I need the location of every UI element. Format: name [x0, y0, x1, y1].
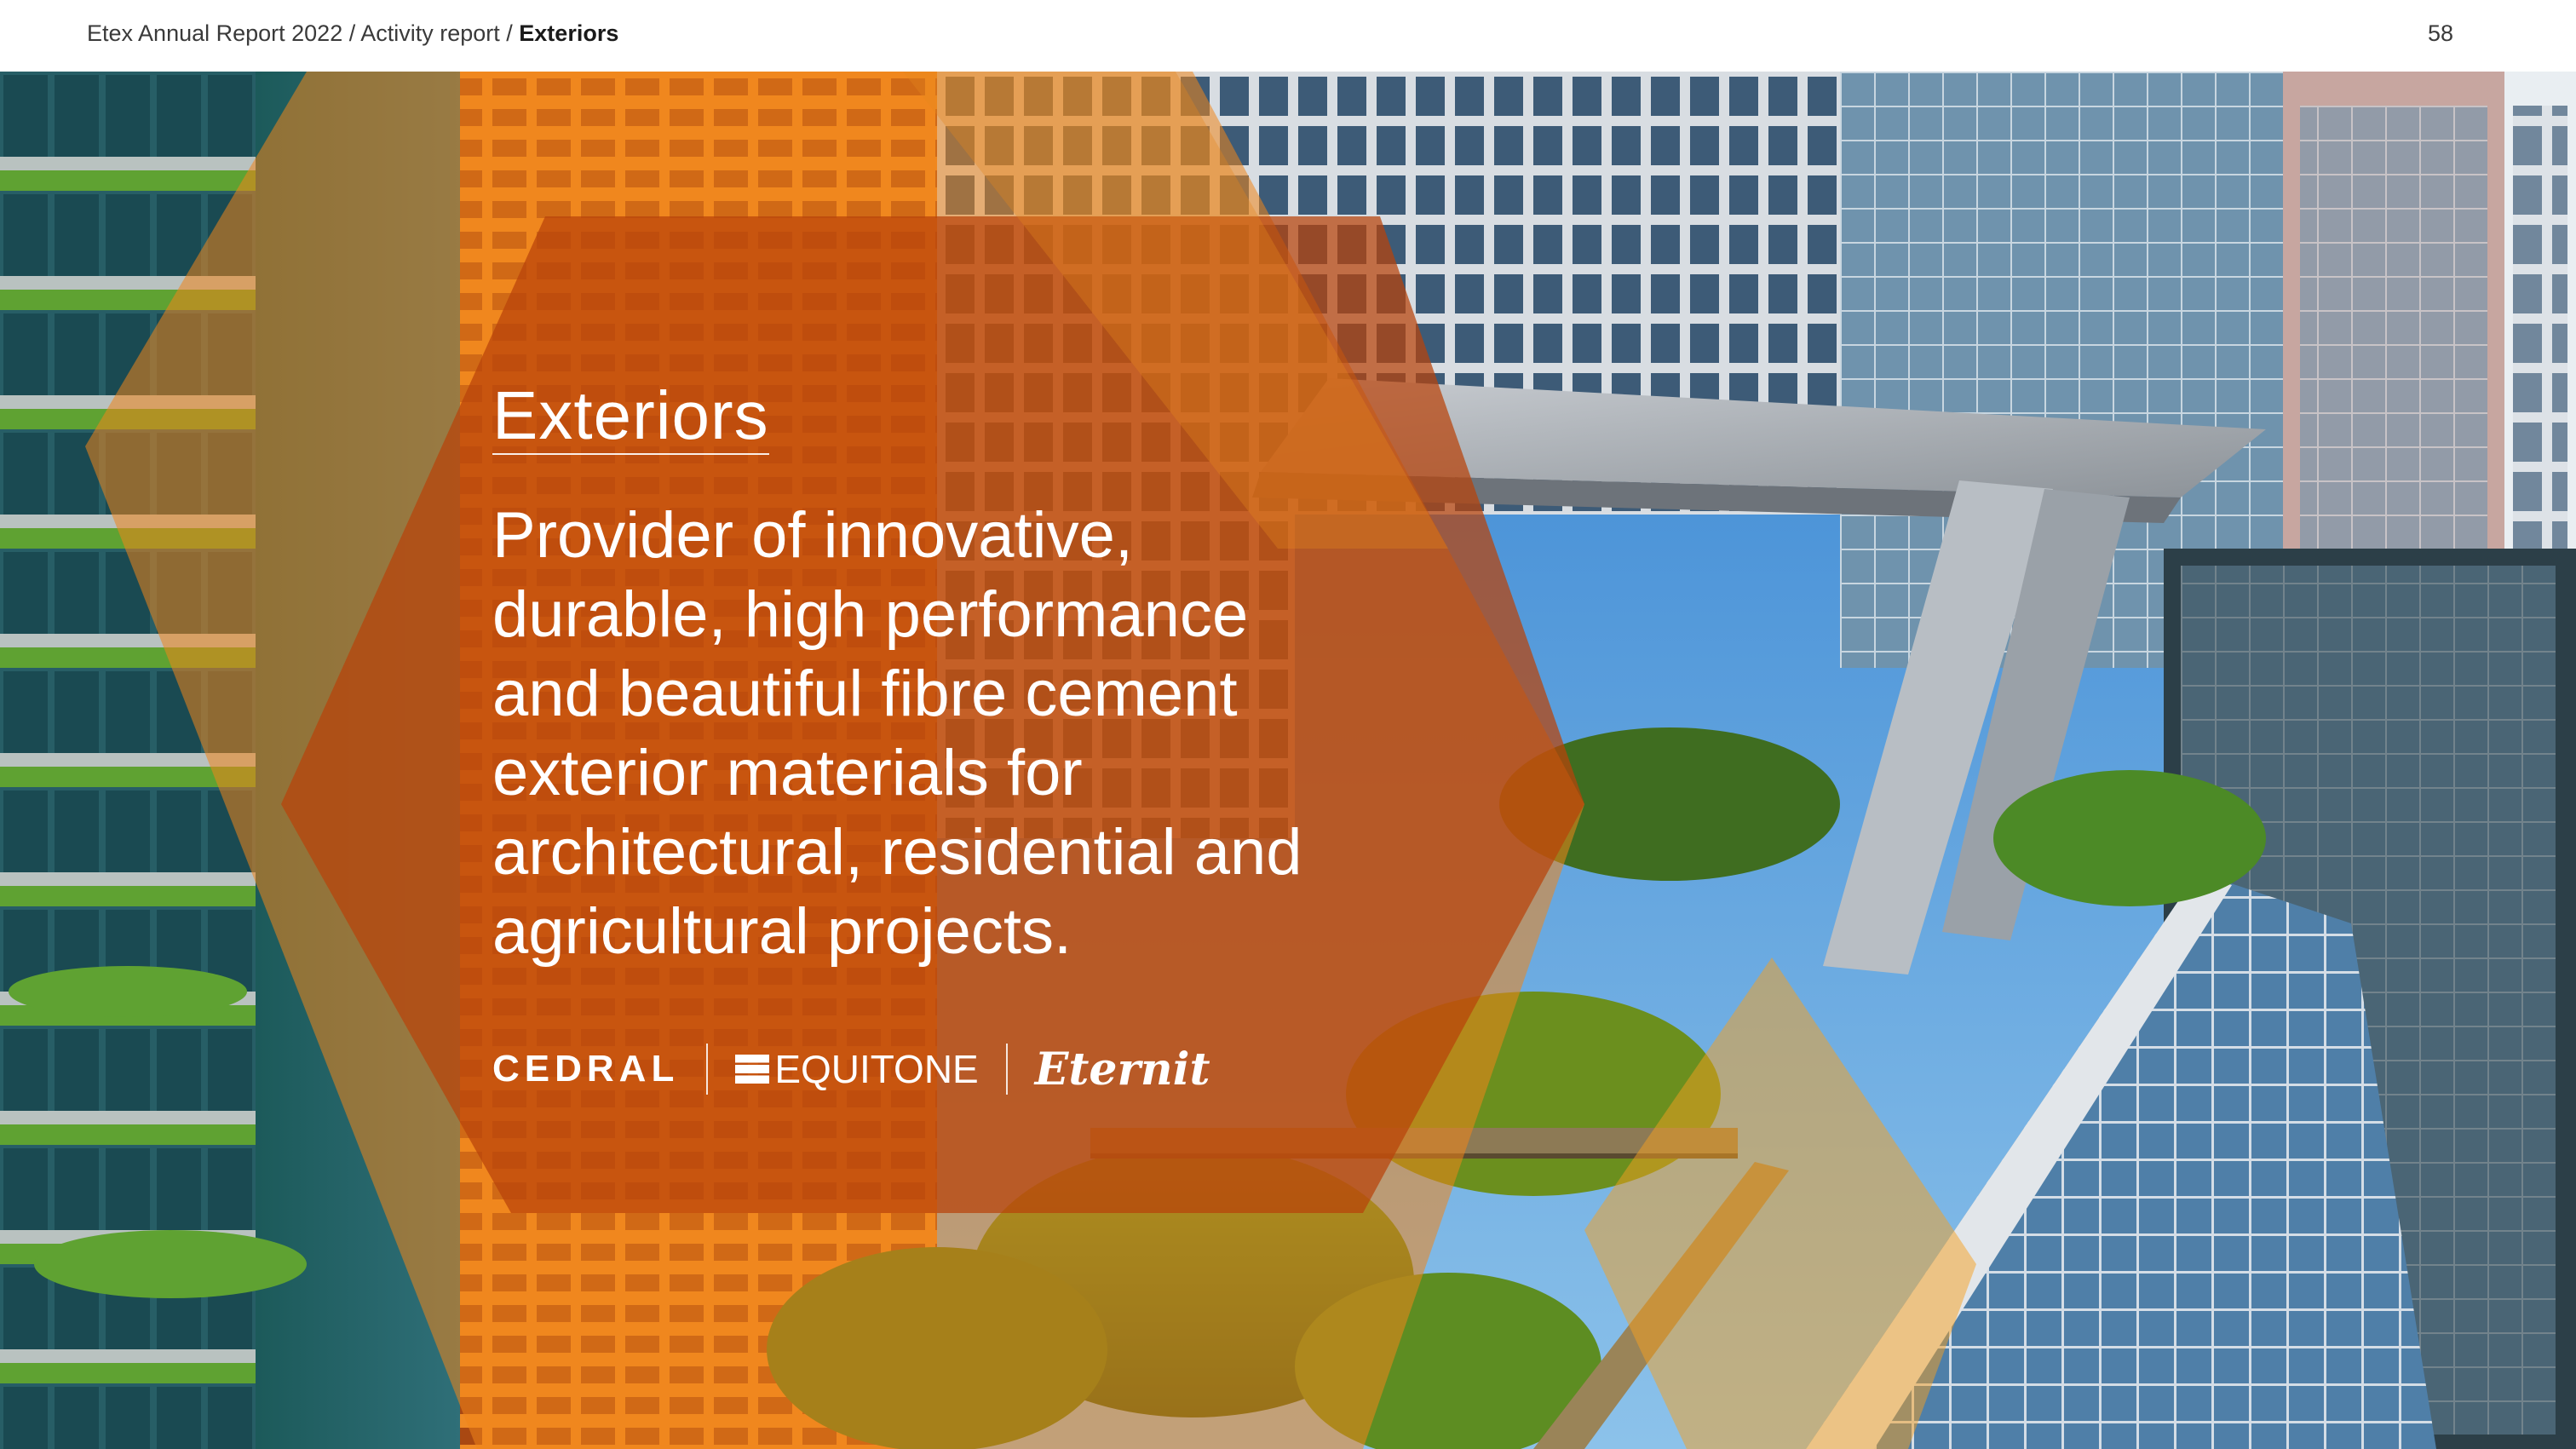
section-title: Exteriors [492, 377, 769, 455]
breadcrumb: Etex Annual Report 2022 / Activity repor… [87, 20, 618, 47]
brand-logos: CEDRAL EQUITONE Eternit [492, 1039, 1210, 1099]
breadcrumb-path[interactable]: Etex Annual Report 2022 / Activity repor… [87, 20, 519, 46]
equitone-wordmark: EQUITONE [774, 1047, 979, 1091]
page-number: 58 [2427, 20, 2453, 46]
equitone-logo: EQUITONE [735, 1046, 979, 1092]
breadcrumb-current: Exteriors [519, 20, 619, 46]
page-header: Etex Annual Report 2022 / Activity repor… [0, 0, 2576, 72]
equitone-mark-icon [735, 1055, 770, 1084]
section-description: Provider of innovative, durable, high pe… [492, 499, 1302, 968]
report-page: Etex Annual Report 2022 / Activity repor… [0, 0, 2576, 1449]
logo-divider [1005, 1044, 1008, 1095]
eternit-logo: Eternit [1034, 1043, 1210, 1095]
cedral-logo: CEDRAL [492, 1048, 680, 1090]
logo-divider [706, 1044, 709, 1095]
